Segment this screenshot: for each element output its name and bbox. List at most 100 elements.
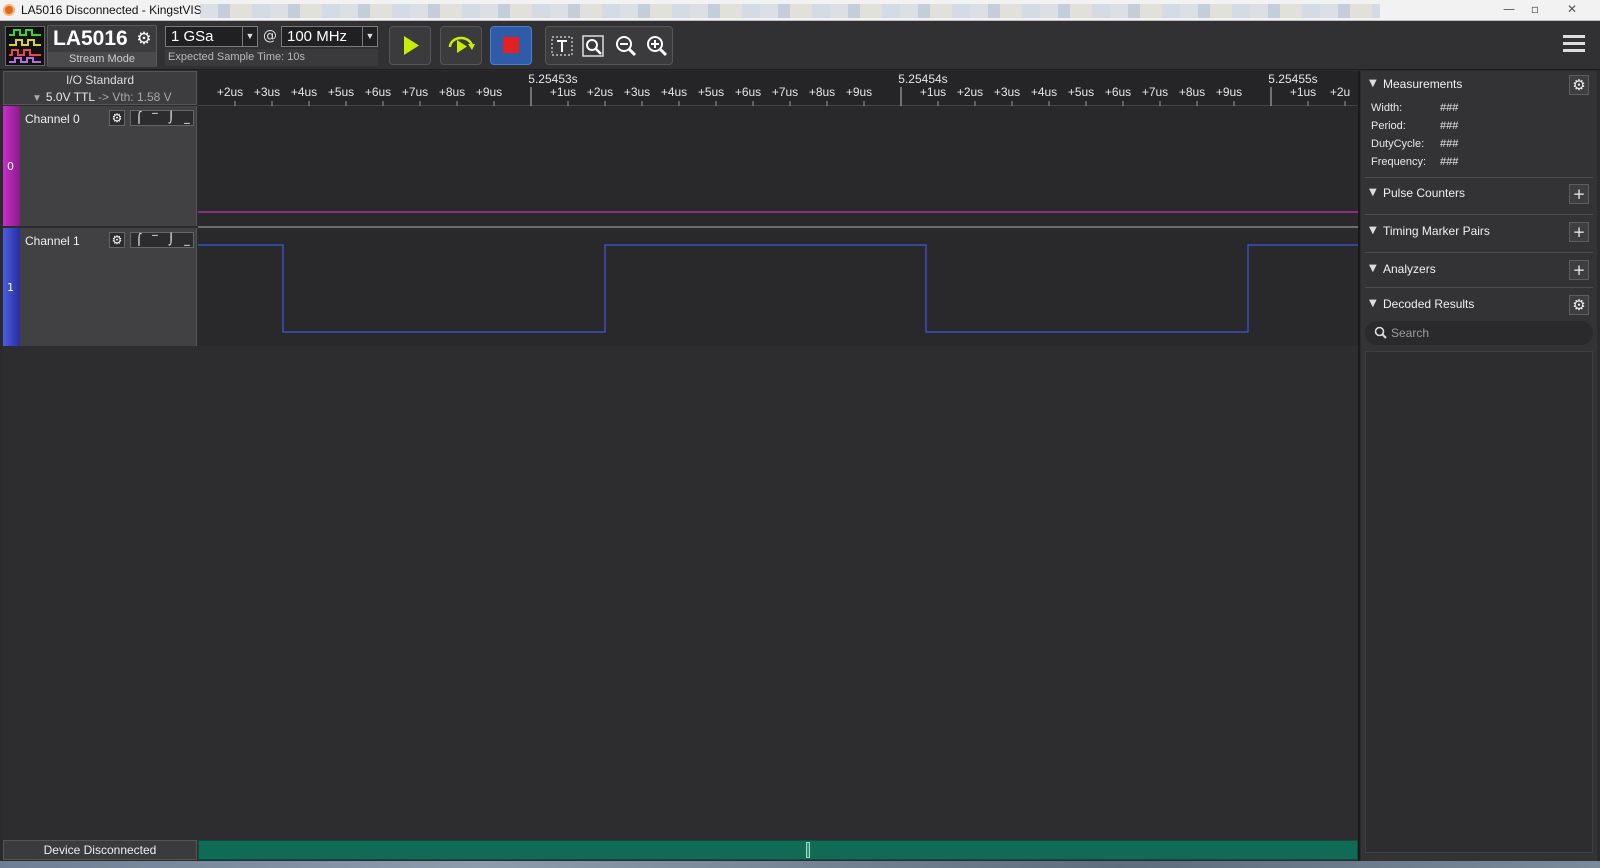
add-timing-marker-plus-icon[interactable]: + bbox=[1569, 222, 1589, 242]
ruler-tick-label: +5us bbox=[698, 85, 724, 99]
ruler-tick-label: +4us bbox=[661, 85, 687, 99]
add-analyzer-plus-icon[interactable]: + bbox=[1569, 260, 1589, 280]
device-mode: Stream Mode bbox=[48, 52, 156, 67]
sample-depth-value: 1 GSa bbox=[171, 28, 214, 45]
measurements-settings-gear-icon[interactable]: ⚙ bbox=[1569, 75, 1589, 95]
right-panel: ▼ Measurements ⚙ Width: ### Period: ### … bbox=[1361, 71, 1597, 861]
zoom-fit-button[interactable] bbox=[580, 33, 608, 59]
sample-rate-value: 100 MHz bbox=[287, 28, 348, 45]
text-cursor-button[interactable] bbox=[548, 33, 576, 59]
ruler-major-label: 5.25453s bbox=[528, 72, 577, 86]
ruler-tick-label: +8us bbox=[809, 85, 835, 99]
ruler-tick-label: +3us bbox=[994, 85, 1020, 99]
pulse-counters-header[interactable]: ▼ Pulse Counters + bbox=[1361, 182, 1597, 206]
section-divider bbox=[1365, 177, 1593, 178]
view-tools-group bbox=[545, 26, 673, 65]
high-level-trigger-icon[interactable]: ‾ bbox=[147, 111, 163, 125]
io-standard-header[interactable]: I/O Standard ▼ 5.0V TTL -> Vth: 1.58 V bbox=[3, 71, 197, 105]
channel-settings-gear-icon[interactable]: ⚙ bbox=[109, 110, 125, 126]
channel-name[interactable]: Channel 1 bbox=[25, 234, 80, 248]
rising-edge-trigger-icon[interactable]: ⌠ bbox=[131, 111, 147, 125]
app-icon bbox=[3, 4, 15, 16]
channel-settings-gear-icon[interactable]: ⚙ bbox=[109, 232, 125, 248]
low-level-trigger-icon[interactable]: _ bbox=[179, 111, 195, 125]
ruler-tick-label: +9us bbox=[846, 85, 872, 99]
collapse-triangle-icon[interactable]: ▼ bbox=[1369, 78, 1377, 89]
io-standard-title: I/O Standard bbox=[65, 73, 135, 87]
trigger-selector: ⌠ ‾ ⌡ _ bbox=[130, 110, 194, 126]
measurements-section: ▼ Measurements ⚙ bbox=[1361, 73, 1597, 97]
chevron-down-icon[interactable]: ▼ bbox=[362, 27, 377, 46]
collapse-triangle-icon[interactable]: ▼ bbox=[1369, 225, 1377, 236]
analyzers-section: ▼ Analyzers + bbox=[1361, 258, 1597, 282]
low-level-trigger-icon[interactable]: _ bbox=[179, 233, 195, 247]
title-bar-background bbox=[200, 4, 1380, 18]
device-selector[interactable]: LA5016 ⚙ Stream Mode bbox=[47, 25, 157, 67]
high-level-trigger-icon[interactable]: ‾ bbox=[147, 233, 163, 247]
io-standard-select[interactable]: ▼ 5.0V TTL -> Vth: 1.58 V bbox=[32, 90, 172, 104]
decoded-results-list[interactable] bbox=[1365, 351, 1593, 853]
search-icon bbox=[1374, 326, 1387, 339]
decoded-results-header[interactable]: ▼ Decoded Results ⚙ bbox=[1361, 293, 1597, 317]
measurements-title: Measurements bbox=[1383, 77, 1463, 91]
ruler-tick-label: +8us bbox=[1179, 85, 1205, 99]
collapse-triangle-icon[interactable]: ▼ bbox=[1369, 298, 1377, 309]
falling-edge-trigger-icon[interactable]: ⌡ bbox=[163, 111, 179, 125]
overview-timeline[interactable] bbox=[198, 840, 1358, 860]
title-bar: LA5016 Disconnected - KingstVIS — ▫ ✕ bbox=[0, 0, 1600, 21]
chevron-down-icon[interactable]: ▼ bbox=[242, 27, 257, 46]
stop-button[interactable] bbox=[490, 26, 532, 65]
channel-name[interactable]: Channel 0 bbox=[25, 112, 80, 126]
ruler-tick-label: +3us bbox=[254, 85, 280, 99]
falling-edge-trigger-icon[interactable]: ⌡ bbox=[163, 233, 179, 247]
decoded-results-settings-gear-icon[interactable]: ⚙ bbox=[1569, 295, 1589, 315]
ruler-tick-label: +2us bbox=[587, 85, 613, 99]
ruler-tick-label: +7us bbox=[1142, 85, 1168, 99]
pulse-counters-section: ▼ Pulse Counters + bbox=[1361, 182, 1597, 206]
maximize-button[interactable]: ▫ bbox=[1522, 0, 1548, 20]
ruler-tick-label: +4us bbox=[291, 85, 317, 99]
measurement-label: DutyCycle: bbox=[1371, 138, 1425, 150]
search-input[interactable] bbox=[1391, 324, 1581, 342]
analyzers-header[interactable]: ▼ Analyzers + bbox=[1361, 258, 1597, 282]
measurement-value: ### bbox=[1440, 102, 1459, 114]
timing-markers-header[interactable]: ▼ Timing Marker Pairs + bbox=[1361, 220, 1597, 244]
chevron-down-icon: ▼ bbox=[32, 93, 42, 104]
add-pulse-counter-plus-icon[interactable]: + bbox=[1569, 184, 1589, 204]
channel-row-0[interactable]: 0 Channel 0 ⚙ ⌠ ‾ ⌡ _ bbox=[3, 106, 197, 226]
ruler-tick-label: +5us bbox=[1068, 85, 1094, 99]
sample-depth-select[interactable]: 1 GSa ▼ bbox=[165, 26, 258, 47]
play-icon bbox=[404, 36, 419, 55]
zoom-out-button[interactable] bbox=[612, 33, 640, 59]
start-button[interactable] bbox=[389, 26, 431, 65]
ruler-tick-label: +6us bbox=[365, 85, 391, 99]
measurement-width: Width: ### bbox=[1371, 102, 1458, 114]
channel-divider bbox=[198, 226, 1358, 228]
rising-edge-trigger-icon[interactable]: ⌠ bbox=[131, 233, 147, 247]
ruler-tick-label: +7us bbox=[772, 85, 798, 99]
device-name: LA5016 bbox=[53, 27, 128, 50]
channel-row-1[interactable]: 1 Channel 1 ⚙ ⌠ ‾ ⌡ _ bbox=[3, 228, 197, 346]
minimize-button[interactable]: — bbox=[1496, 0, 1522, 20]
zoom-in-button[interactable] bbox=[643, 33, 671, 59]
loop-play-icon bbox=[448, 36, 475, 53]
section-divider bbox=[1365, 252, 1593, 253]
collapse-triangle-icon[interactable]: ▼ bbox=[1369, 263, 1377, 274]
zoom-out-icon bbox=[616, 36, 637, 57]
text-cursor-icon bbox=[551, 36, 573, 56]
ruler-tick-label: +2u bbox=[1330, 85, 1350, 99]
ruler-tick-label: +7us bbox=[402, 85, 428, 99]
hamburger-menu-icon[interactable] bbox=[1563, 35, 1585, 55]
waveform-area[interactable] bbox=[198, 106, 1358, 346]
device-gear-icon[interactable]: ⚙ bbox=[134, 29, 154, 49]
time-ruler[interactable]: +2us +3us +4us +5us +6us +7us +8us +9us +1us +2us… bbox=[198, 71, 1358, 106]
measurements-header[interactable]: ▼ Measurements ⚙ bbox=[1361, 73, 1597, 97]
threshold-voltage: -> Vth: 1.58 V bbox=[97, 90, 172, 104]
close-button[interactable]: ✕ bbox=[1548, 0, 1596, 20]
panel-splitter[interactable] bbox=[1358, 71, 1360, 861]
sample-rate-select[interactable]: 100 MHz ▼ bbox=[281, 26, 378, 47]
loop-capture-button[interactable] bbox=[440, 26, 482, 65]
measurement-label: Width: bbox=[1371, 102, 1403, 114]
collapse-triangle-icon[interactable]: ▼ bbox=[1369, 187, 1377, 198]
timeline-handle[interactable] bbox=[806, 842, 810, 858]
